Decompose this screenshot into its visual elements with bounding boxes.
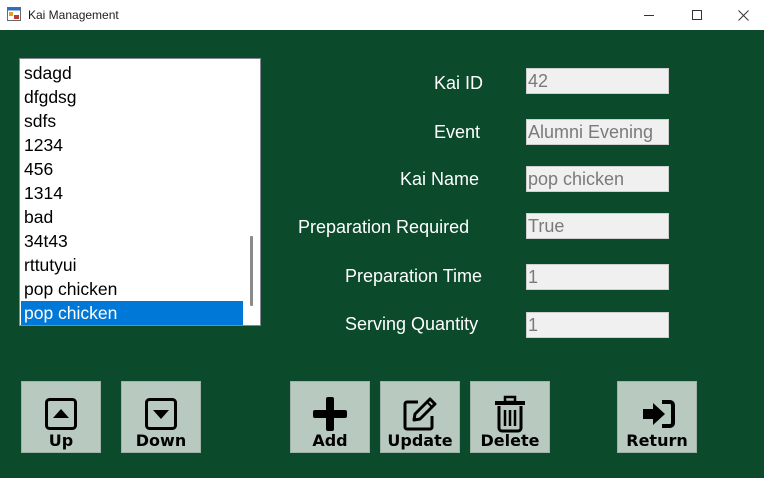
close-button[interactable] xyxy=(720,0,764,30)
kai-name-label: Kai Name xyxy=(400,169,480,189)
app-icon xyxy=(7,7,21,21)
event-field[interactable]: Alumni Evening xyxy=(526,119,669,145)
serving-quantity-label: Serving Quantity xyxy=(345,314,479,334)
arrow-down-box-icon xyxy=(143,396,179,432)
update-label: Update xyxy=(387,431,453,450)
return-label: Return xyxy=(626,431,688,450)
down-label: Down xyxy=(135,431,187,450)
up-label: Up xyxy=(48,431,74,450)
close-icon xyxy=(737,9,749,21)
list-item[interactable]: sdagd xyxy=(21,61,243,85)
list-item[interactable]: 1234 xyxy=(21,133,243,157)
list-item[interactable]: sdfs xyxy=(21,109,243,133)
event-label: Event xyxy=(434,122,481,142)
maximize-icon xyxy=(692,10,702,20)
add-button[interactable]: Add xyxy=(290,381,370,453)
kai-id-label: Kai ID xyxy=(434,73,484,93)
list-item[interactable]: pop chicken xyxy=(21,277,243,301)
kai-name-field[interactable]: pop chicken xyxy=(526,166,669,192)
sign-out-icon xyxy=(639,396,675,432)
delete-button[interactable]: Delete xyxy=(470,381,550,453)
maximize-button[interactable] xyxy=(674,0,720,30)
title-bar: Kai Management xyxy=(0,0,764,30)
kai-id-field[interactable]: 42 xyxy=(526,68,669,94)
minimize-icon xyxy=(644,15,654,16)
window-title: Kai Management xyxy=(28,8,119,22)
list-item[interactable]: rttutyui xyxy=(21,253,243,277)
list-item[interactable]: 1314 xyxy=(21,181,243,205)
list-item-selected[interactable]: pop chicken xyxy=(21,301,243,325)
arrow-up-box-icon xyxy=(43,396,79,432)
plus-icon xyxy=(312,396,348,432)
kai-list-items: sdagd dfgdsg sdfs 1234 456 1314 bad 34t4… xyxy=(21,61,243,325)
preparation-time-label: Preparation Time xyxy=(345,266,483,286)
delete-label: Delete xyxy=(480,431,540,450)
list-item[interactable]: bad xyxy=(21,205,243,229)
list-scrollbar[interactable] xyxy=(243,59,260,325)
edit-icon xyxy=(402,396,438,432)
list-item[interactable]: 34t43 xyxy=(21,229,243,253)
list-item[interactable]: dfgdsg xyxy=(21,85,243,109)
add-label: Add xyxy=(312,431,348,450)
trash-icon xyxy=(492,395,528,433)
up-button[interactable]: Up xyxy=(21,381,101,453)
minimize-button[interactable] xyxy=(626,0,672,30)
list-item[interactable]: 456 xyxy=(21,157,243,181)
preparation-required-field[interactable]: True xyxy=(526,213,669,239)
update-button[interactable]: Update xyxy=(380,381,460,453)
scrollbar-thumb[interactable] xyxy=(250,236,253,306)
kai-listbox[interactable]: sdagd dfgdsg sdfs 1234 456 1314 bad 34t4… xyxy=(19,58,261,326)
preparation-required-label: Preparation Required xyxy=(298,217,470,237)
down-button[interactable]: Down xyxy=(121,381,201,453)
serving-quantity-field[interactable]: 1 xyxy=(526,312,669,338)
return-button[interactable]: Return xyxy=(617,381,697,453)
preparation-time-field[interactable]: 1 xyxy=(526,264,669,290)
